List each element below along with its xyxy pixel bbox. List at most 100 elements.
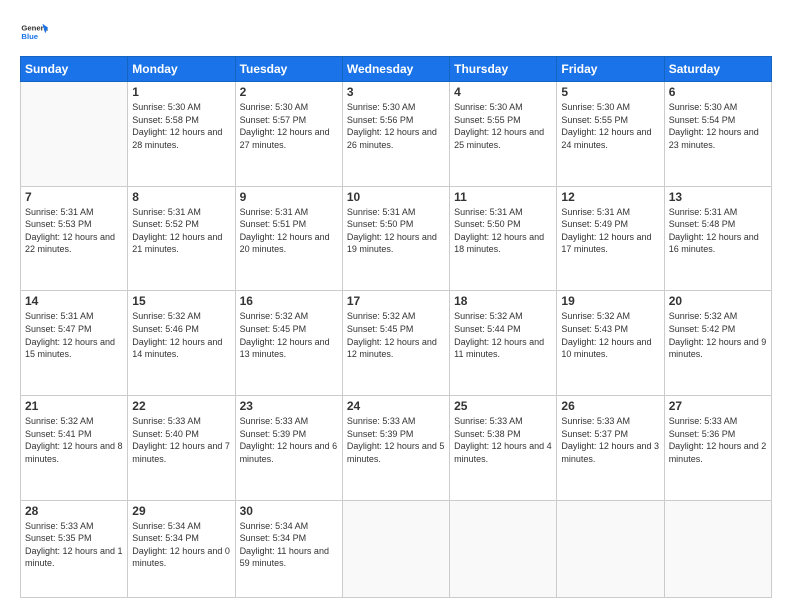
calendar-cell: 14Sunrise: 5:31 AMSunset: 5:47 PMDayligh…	[21, 291, 128, 396]
day-number: 13	[669, 190, 767, 204]
cell-info: Sunrise: 5:31 AMSunset: 5:53 PMDaylight:…	[25, 206, 123, 256]
cell-info: Sunrise: 5:33 AMSunset: 5:36 PMDaylight:…	[669, 415, 767, 465]
cell-info: Sunrise: 5:30 AMSunset: 5:54 PMDaylight:…	[669, 101, 767, 151]
day-number: 24	[347, 399, 445, 413]
cell-info: Sunrise: 5:33 AMSunset: 5:38 PMDaylight:…	[454, 415, 552, 465]
day-number: 3	[347, 85, 445, 99]
weekday-header-row: SundayMondayTuesdayWednesdayThursdayFrid…	[21, 57, 772, 82]
weekday-header-saturday: Saturday	[664, 57, 771, 82]
cell-info: Sunrise: 5:31 AMSunset: 5:50 PMDaylight:…	[454, 206, 552, 256]
calendar-cell: 15 Sunrise: 5:32 AMSunset: 5:46 PMDayligh…	[128, 291, 235, 396]
weekday-header-monday: Monday	[128, 57, 235, 82]
calendar-table: SundayMondayTuesdayWednesdayThursdayFrid…	[20, 56, 772, 598]
day-number: 10	[347, 190, 445, 204]
calendar-cell: 24 Sunrise: 5:33 AMSunset: 5:39 PMDayligh…	[342, 395, 449, 500]
week-row-2: 14Sunrise: 5:31 AMSunset: 5:47 PMDayligh…	[21, 291, 772, 396]
logo: General Blue	[20, 18, 48, 46]
day-number: 14	[25, 294, 123, 308]
cell-info: Sunrise: 5:30 AMSunset: 5:55 PMDaylight:…	[454, 101, 552, 151]
cell-info: Sunrise: 5:31 AMSunset: 5:52 PMDaylight:…	[132, 206, 230, 256]
calendar-cell: 19 Sunrise: 5:32 AMSunset: 5:43 PMDayligh…	[557, 291, 664, 396]
cell-info: Sunrise: 5:32 AMSunset: 5:43 PMDaylight:…	[561, 310, 659, 360]
calendar-cell: 13 Sunrise: 5:31 AMSunset: 5:48 PMDayligh…	[664, 186, 771, 291]
cell-info: Sunrise: 5:30 AMSunset: 5:55 PMDaylight:…	[561, 101, 659, 151]
calendar-cell: 10Sunrise: 5:31 AMSunset: 5:50 PMDayligh…	[342, 186, 449, 291]
weekday-header-thursday: Thursday	[450, 57, 557, 82]
weekday-header-tuesday: Tuesday	[235, 57, 342, 82]
cell-info: Sunrise: 5:34 AMSunset: 5:34 PMDaylight:…	[132, 520, 230, 570]
day-number: 17	[347, 294, 445, 308]
day-number: 12	[561, 190, 659, 204]
cell-info: Sunrise: 5:30 AMSunset: 5:57 PMDaylight:…	[240, 101, 338, 151]
logo-icon: General Blue	[20, 18, 48, 46]
weekday-header-wednesday: Wednesday	[342, 57, 449, 82]
calendar-cell: 29 Sunrise: 5:34 AMSunset: 5:34 PMDayligh…	[128, 500, 235, 597]
cell-info: Sunrise: 5:30 AMSunset: 5:56 PMDaylight:…	[347, 101, 445, 151]
cell-info: Sunrise: 5:32 AMSunset: 5:45 PMDaylight:…	[240, 310, 338, 360]
page: General Blue SundayMondayTuesdayWednesda…	[0, 0, 792, 612]
cell-info: Sunrise: 5:32 AMSunset: 5:42 PMDaylight:…	[669, 310, 767, 360]
calendar-cell: 8 Sunrise: 5:31 AMSunset: 5:52 PMDaylight…	[128, 186, 235, 291]
day-number: 5	[561, 85, 659, 99]
calendar-cell: 3 Sunrise: 5:30 AMSunset: 5:56 PMDaylight…	[342, 82, 449, 187]
calendar-cell: 25 Sunrise: 5:33 AMSunset: 5:38 PMDayligh…	[450, 395, 557, 500]
cell-info: Sunrise: 5:31 AMSunset: 5:51 PMDaylight:…	[240, 206, 338, 256]
week-row-3: 21 Sunrise: 5:32 AMSunset: 5:41 PMDayligh…	[21, 395, 772, 500]
cell-info: Sunrise: 5:32 AMSunset: 5:46 PMDaylight:…	[132, 310, 230, 360]
cell-info: Sunrise: 5:33 AMSunset: 5:37 PMDaylight:…	[561, 415, 659, 465]
week-row-4: 28 Sunrise: 5:33 AMSunset: 5:35 PMDayligh…	[21, 500, 772, 597]
calendar-cell: 11 Sunrise: 5:31 AMSunset: 5:50 PMDayligh…	[450, 186, 557, 291]
day-number: 7	[25, 190, 123, 204]
cell-info: Sunrise: 5:30 AMSunset: 5:58 PMDaylight:…	[132, 101, 230, 151]
calendar-cell: 16 Sunrise: 5:32 AMSunset: 5:45 PMDayligh…	[235, 291, 342, 396]
week-row-0: 1Sunrise: 5:30 AMSunset: 5:58 PMDaylight…	[21, 82, 772, 187]
calendar-cell: 30 Sunrise: 5:34 AMSunset: 5:34 PMDayligh…	[235, 500, 342, 597]
day-number: 8	[132, 190, 230, 204]
day-number: 9	[240, 190, 338, 204]
calendar-cell: 21 Sunrise: 5:32 AMSunset: 5:41 PMDayligh…	[21, 395, 128, 500]
week-row-1: 7 Sunrise: 5:31 AMSunset: 5:53 PMDaylight…	[21, 186, 772, 291]
day-number: 29	[132, 504, 230, 518]
day-number: 11	[454, 190, 552, 204]
calendar-cell: 18 Sunrise: 5:32 AMSunset: 5:44 PMDayligh…	[450, 291, 557, 396]
calendar-cell: 23Sunrise: 5:33 AMSunset: 5:39 PMDayligh…	[235, 395, 342, 500]
weekday-header-sunday: Sunday	[21, 57, 128, 82]
day-number: 19	[561, 294, 659, 308]
calendar-cell	[557, 500, 664, 597]
day-number: 23	[240, 399, 338, 413]
calendar-cell	[450, 500, 557, 597]
calendar-cell: 7 Sunrise: 5:31 AMSunset: 5:53 PMDaylight…	[21, 186, 128, 291]
calendar-cell: 17Sunrise: 5:32 AMSunset: 5:45 PMDayligh…	[342, 291, 449, 396]
day-number: 18	[454, 294, 552, 308]
calendar-cell: 5 Sunrise: 5:30 AMSunset: 5:55 PMDaylight…	[557, 82, 664, 187]
cell-info: Sunrise: 5:33 AMSunset: 5:35 PMDaylight:…	[25, 520, 123, 570]
day-number: 20	[669, 294, 767, 308]
calendar-cell: 20 Sunrise: 5:32 AMSunset: 5:42 PMDayligh…	[664, 291, 771, 396]
cell-info: Sunrise: 5:33 AMSunset: 5:40 PMDaylight:…	[132, 415, 230, 465]
day-number: 28	[25, 504, 123, 518]
calendar-cell: 2Sunrise: 5:30 AMSunset: 5:57 PMDaylight…	[235, 82, 342, 187]
calendar-cell: 27 Sunrise: 5:33 AMSunset: 5:36 PMDayligh…	[664, 395, 771, 500]
weekday-header-friday: Friday	[557, 57, 664, 82]
cell-info: Sunrise: 5:33 AMSunset: 5:39 PMDaylight:…	[347, 415, 445, 465]
day-number: 16	[240, 294, 338, 308]
cell-info: Sunrise: 5:32 AMSunset: 5:41 PMDaylight:…	[25, 415, 123, 465]
day-number: 25	[454, 399, 552, 413]
calendar-cell: 12Sunrise: 5:31 AMSunset: 5:49 PMDayligh…	[557, 186, 664, 291]
cell-info: Sunrise: 5:31 AMSunset: 5:48 PMDaylight:…	[669, 206, 767, 256]
svg-text:Blue: Blue	[21, 32, 38, 41]
day-number: 26	[561, 399, 659, 413]
calendar-cell	[342, 500, 449, 597]
day-number: 27	[669, 399, 767, 413]
day-number: 6	[669, 85, 767, 99]
calendar-cell: 28 Sunrise: 5:33 AMSunset: 5:35 PMDayligh…	[21, 500, 128, 597]
day-number: 21	[25, 399, 123, 413]
day-number: 30	[240, 504, 338, 518]
calendar-cell	[664, 500, 771, 597]
cell-info: Sunrise: 5:32 AMSunset: 5:44 PMDaylight:…	[454, 310, 552, 360]
cell-info: Sunrise: 5:34 AMSunset: 5:34 PMDaylight:…	[240, 520, 338, 570]
day-number: 15	[132, 294, 230, 308]
calendar-cell	[21, 82, 128, 187]
calendar-cell: 6 Sunrise: 5:30 AMSunset: 5:54 PMDaylight…	[664, 82, 771, 187]
calendar-cell: 9 Sunrise: 5:31 AMSunset: 5:51 PMDaylight…	[235, 186, 342, 291]
